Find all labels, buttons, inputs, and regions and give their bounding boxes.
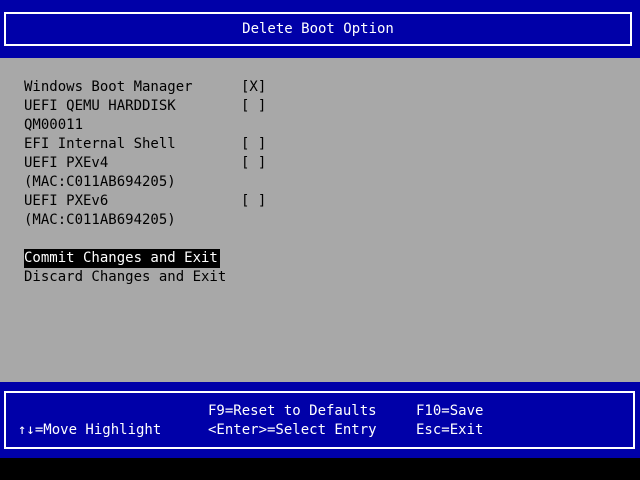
move-highlight-hint: ↑↓=Move Highlight [18,422,162,438]
discard-changes-and-exit-button[interactable]: Discard Changes and Exit [24,268,228,287]
commit-changes-and-exit-button[interactable]: Commit Changes and Exit [24,249,220,268]
boot-option-label-pxev4-mac: (MAC:C011AB694205) [24,174,176,190]
bottom-strip [0,458,640,480]
bios-screen: Delete Boot Option Windows Boot Manager … [0,0,640,480]
boot-option-checkbox-uefi-qemu-harddisk[interactable]: [ ] [241,97,266,116]
boot-option-label-qm00011: QM00011 [24,117,84,133]
boot-option-label-uefi-qemu-harddisk: UEFI QEMU HARDDISK [24,98,176,114]
boot-option-checkbox-uefi-pxev4[interactable]: [ ] [241,154,266,173]
footer-help-bar: ↑↓=Move Highlight F9=Reset to Defaults <… [0,382,640,458]
boot-option-label-efi-internal-shell: EFI Internal Shell [24,136,176,152]
boot-option-label-uefi-pxev6: UEFI PXEv6 [24,193,109,209]
header-frame: Delete Boot Option [4,12,632,46]
boot-option-label-windows-boot-manager: Windows Boot Manager [24,79,193,95]
boot-option-checkbox-efi-internal-shell[interactable]: [ ] [241,135,266,154]
select-entry-hint: <Enter>=Select Entry [208,422,377,438]
save-hint: F10=Save [416,403,484,419]
boot-option-checkbox-windows-boot-manager[interactable]: [X] [241,78,266,97]
boot-option-list-panel: Windows Boot Manager [X] UEFI QEMU HARDD… [0,58,640,382]
boot-option-checkbox-uefi-pxev6[interactable]: [ ] [241,192,266,211]
reset-defaults-hint: F9=Reset to Defaults [208,403,377,419]
boot-option-label-pxev6-mac: (MAC:C011AB694205) [24,212,176,228]
page-title: Delete Boot Option [242,21,394,37]
boot-option-label-uefi-pxev4: UEFI PXEv4 [24,155,109,171]
header-bar: Delete Boot Option [0,0,640,58]
footer-frame: ↑↓=Move Highlight F9=Reset to Defaults <… [4,391,635,449]
exit-hint: Esc=Exit [416,422,484,438]
